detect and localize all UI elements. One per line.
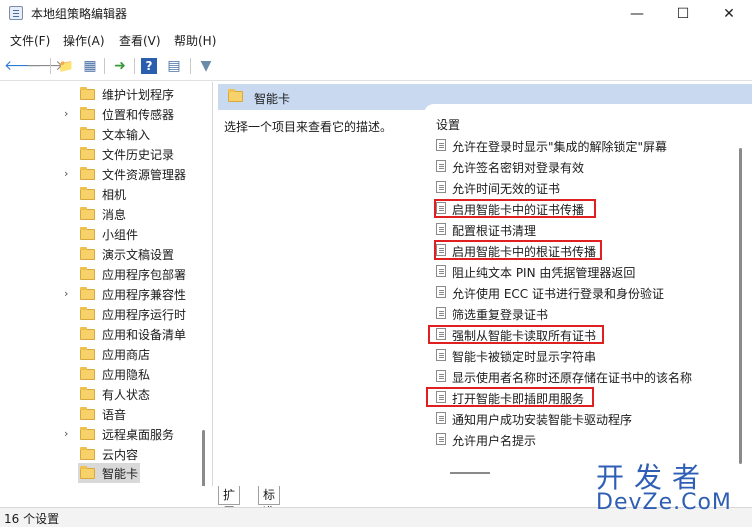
tree-item-smart-card[interactable]: 智能卡 — [78, 463, 140, 483]
tab-extended[interactable]: 扩展 — [218, 486, 241, 519]
tree-item[interactable]: › 位置和传感器 — [0, 104, 200, 124]
folder-icon — [80, 147, 95, 160]
settings-scrollbar[interactable] — [739, 148, 742, 464]
policy-setting-icon — [436, 223, 446, 235]
folder-icon — [80, 387, 95, 400]
folder-icon — [80, 347, 95, 360]
policy-setting-icon — [436, 139, 446, 151]
menu-bar: 文件(F) 操作(A) 查看(V) 帮助(H) — [0, 28, 752, 52]
folder-icon — [80, 167, 95, 180]
up-folder-icon[interactable]: 📁 — [56, 56, 76, 76]
policy-setting-icon — [436, 265, 446, 277]
folder-icon — [80, 427, 95, 440]
policy-tree[interactable]: 维护计划程序 › 位置和传感器 文本输入 文件历史记录 › 文件资源管理器 相机 消… — [0, 82, 213, 486]
folder-icon — [80, 287, 95, 300]
status-text: 16 个设置 — [4, 512, 60, 526]
menu-file[interactable]: 文件(F) — [10, 32, 50, 49]
folder-icon — [80, 87, 95, 100]
folder-icon — [80, 466, 95, 479]
tree-item[interactable]: 有人状态 — [0, 384, 200, 404]
highlight-box — [428, 325, 604, 344]
folder-icon — [80, 327, 95, 340]
chevron-right-icon[interactable]: › — [64, 427, 68, 440]
folder-icon — [80, 127, 95, 140]
settings-column-header[interactable]: 设置 — [436, 116, 460, 133]
policy-setting-icon — [436, 412, 446, 424]
tab-standard[interactable]: 标准 — [258, 486, 281, 519]
tree-item[interactable]: 应用隐私 — [0, 364, 200, 384]
policy-setting-icon — [436, 160, 446, 172]
tree-item[interactable]: 云内容 — [0, 444, 200, 464]
policy-setting-icon — [436, 433, 446, 445]
tree-item[interactable]: 维护计划程序 — [0, 84, 200, 104]
maximize-button[interactable]: ☐ — [660, 0, 706, 28]
tree-item[interactable]: 消息 — [0, 204, 200, 224]
toolbar-separator — [190, 58, 191, 74]
tree-item[interactable]: 应用商店 — [0, 344, 200, 364]
tree-item[interactable]: 应用和设备清单 — [0, 324, 200, 344]
folder-icon — [80, 407, 95, 420]
folder-icon — [80, 107, 95, 120]
folder-icon — [80, 187, 95, 200]
properties-icon[interactable]: ▤ — [164, 56, 184, 76]
minimize-button[interactable]: — — [614, 0, 660, 28]
folder-icon — [80, 447, 95, 460]
folder-icon — [80, 227, 95, 240]
title-bar: 本地组策略编辑器 — ☐ ✕ — [0, 0, 752, 28]
tree-item[interactable]: 相机 — [0, 184, 200, 204]
tree-scrollbar[interactable] — [202, 430, 205, 486]
menu-action[interactable]: 操作(A) — [63, 32, 105, 49]
folder-icon — [80, 247, 95, 260]
chevron-right-icon[interactable]: › — [64, 107, 68, 120]
watermark-line2: DevZe.CoM — [596, 490, 732, 515]
toolbar: 🡐 🡒 📁 ▦ ➜ ? ▤ ▼ — [0, 52, 752, 81]
forward-arrow-icon[interactable]: 🡒 — [26, 56, 64, 76]
chevron-right-icon[interactable]: › — [64, 287, 68, 300]
tree-item[interactable]: 应用程序运行时 — [0, 304, 200, 324]
policy-setting-icon — [436, 370, 446, 382]
tree-item[interactable]: 小组件 — [0, 224, 200, 244]
tree-item[interactable]: 文本输入 — [0, 124, 200, 144]
help-icon[interactable]: ? — [141, 58, 157, 74]
folder-icon — [80, 207, 95, 220]
tree-item[interactable]: 文件历史记录 — [0, 144, 200, 164]
chevron-right-icon[interactable]: › — [64, 167, 68, 180]
highlight-box — [434, 240, 602, 260]
tree-item[interactable]: 语音 — [0, 404, 200, 424]
policy-setting-icon — [436, 181, 446, 193]
show-hide-tree-icon[interactable]: ▦ — [80, 56, 100, 76]
toolbar-separator — [134, 58, 135, 74]
folder-icon — [80, 307, 95, 320]
tree-item[interactable]: › 文件资源管理器 — [0, 164, 200, 184]
content-header-title: 智能卡 — [254, 92, 291, 106]
window-title: 本地组策略编辑器 — [31, 7, 128, 21]
folder-icon — [80, 267, 95, 280]
back-arrow-icon[interactable]: 🡐 — [4, 56, 42, 76]
highlight-box — [434, 199, 596, 218]
toolbar-separator — [104, 58, 105, 74]
filter-icon[interactable]: ▼ — [196, 56, 216, 76]
horizontal-scrollbar[interactable] — [450, 472, 490, 474]
policy-setting-icon — [436, 349, 446, 361]
folder-icon — [80, 367, 95, 380]
menu-help[interactable]: 帮助(H) — [174, 32, 216, 49]
highlight-box — [426, 387, 594, 407]
tree-item[interactable]: › 应用程序兼容性 — [0, 284, 200, 304]
policy-setting-icon — [436, 307, 446, 319]
policy-setting-icon — [436, 286, 446, 298]
export-list-icon[interactable]: ➜ — [110, 56, 130, 76]
tree-item[interactable]: 演示文稿设置 — [0, 244, 200, 264]
folder-icon — [228, 89, 243, 102]
menu-view[interactable]: 查看(V) — [119, 32, 161, 49]
policy-editor-icon — [9, 6, 23, 20]
description-text: 选择一个项目来查看它的描述。 — [224, 120, 393, 134]
close-button[interactable]: ✕ — [706, 0, 752, 28]
toolbar-separator — [50, 58, 51, 74]
tree-item[interactable]: › 远程桌面服务 — [0, 424, 200, 444]
tree-item[interactable]: 应用程序包部署 — [0, 264, 200, 284]
